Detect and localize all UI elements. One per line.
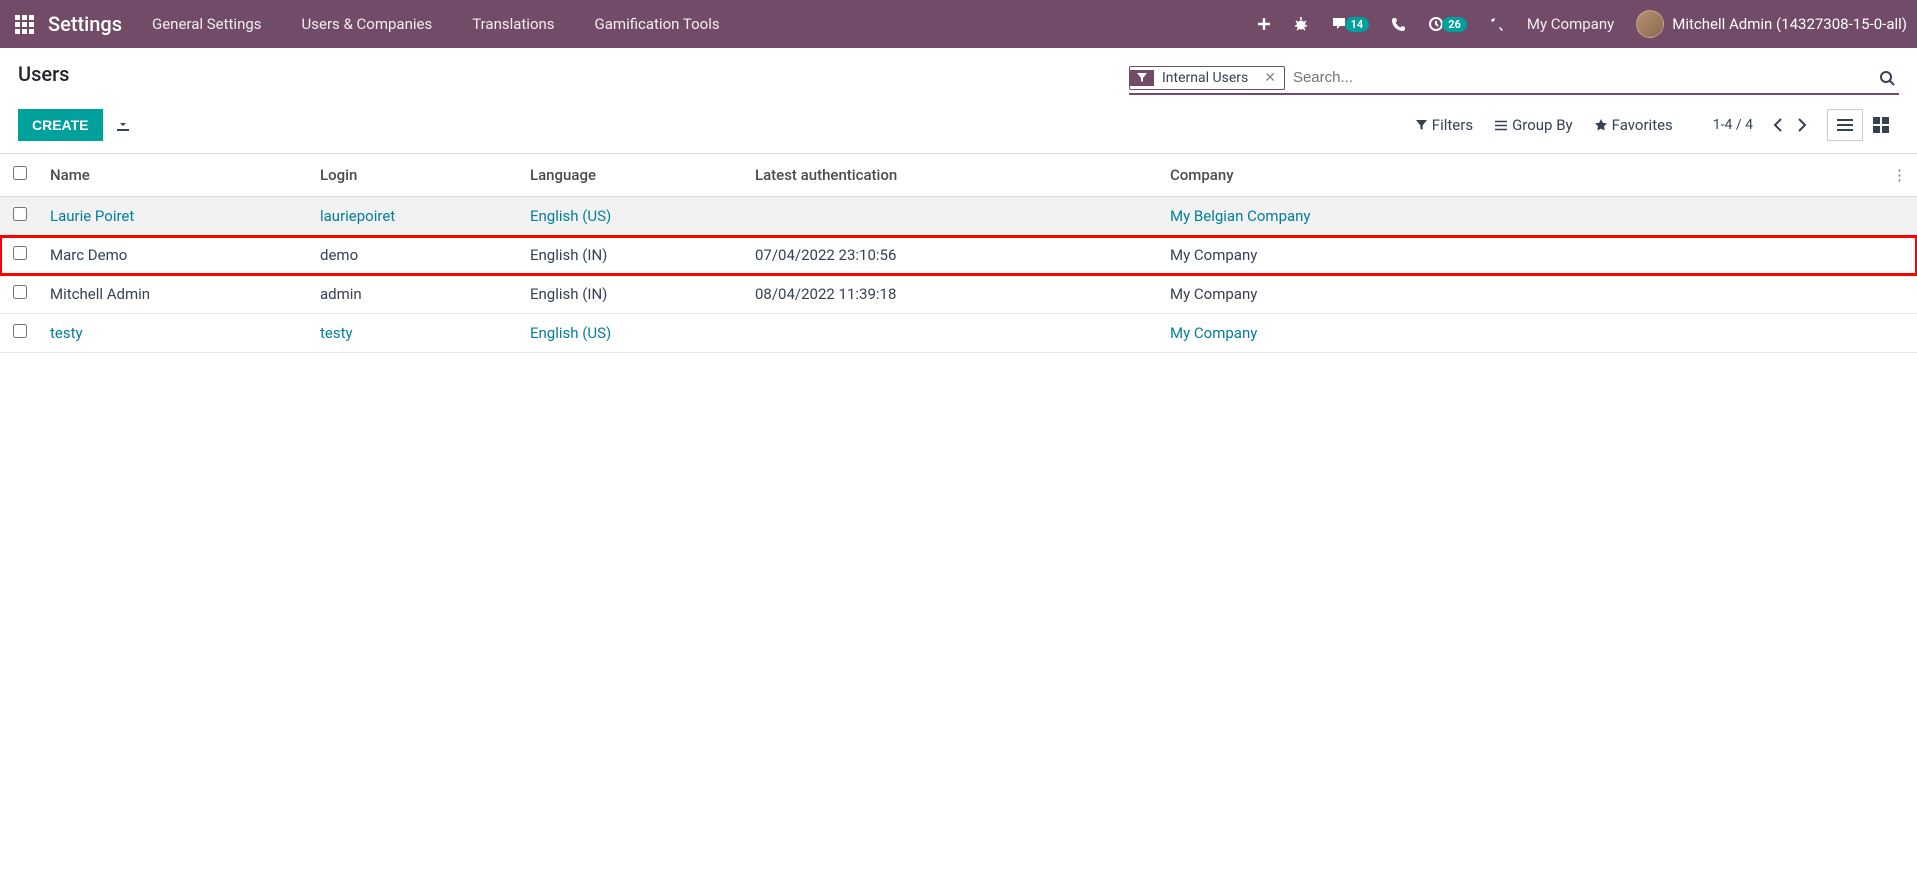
table-row[interactable]: Laurie Poiret lauriepoiret English (US) … [0, 197, 1917, 236]
tools-icon[interactable] [1489, 16, 1505, 32]
user-menu[interactable]: Mitchell Admin (14327308-15-0-all) [1636, 10, 1907, 38]
cell-latest-auth: 08/04/2022 11:39:18 [745, 275, 1160, 314]
new-icon[interactable] [1257, 17, 1271, 31]
cell-language: English (IN) [520, 275, 745, 314]
apps-icon[interactable] [10, 10, 38, 38]
cell-name: Laurie Poiret [40, 197, 310, 236]
search-options: Filters Group By Favorites [1416, 116, 1673, 134]
table-row[interactable]: testy testy English (US) My Company [0, 314, 1917, 353]
cell-latest-auth: 07/04/2022 23:10:56 [745, 236, 1160, 275]
header-language[interactable]: Language [520, 154, 745, 197]
search-facet: Internal Users ✕ [1129, 66, 1285, 90]
row-checkbox[interactable] [13, 207, 27, 221]
facet-remove-icon[interactable]: ✕ [1256, 67, 1284, 89]
pager-prev-icon[interactable] [1773, 118, 1783, 132]
cell-company: My Company [1160, 314, 1882, 353]
row-checkbox[interactable] [13, 324, 27, 338]
app-title[interactable]: Settings [48, 12, 122, 36]
groupby-button[interactable]: Group By [1495, 116, 1573, 134]
users-table: Name Login Language Latest authenticatio… [0, 154, 1917, 353]
select-all-checkbox[interactable] [13, 166, 27, 180]
import-icon[interactable] [115, 117, 131, 133]
facet-label: Internal Users [1154, 67, 1256, 89]
cell-company: My Company [1160, 275, 1882, 314]
column-options-icon[interactable]: ⋮ [1892, 166, 1907, 184]
avatar [1636, 10, 1664, 38]
navbar-menu: General Settings Users & Companies Trans… [152, 15, 720, 33]
menu-translations[interactable]: Translations [472, 15, 554, 33]
favorites-button[interactable]: Favorites [1595, 116, 1673, 134]
pager-next-icon[interactable] [1797, 118, 1807, 132]
navbar-left: Settings General Settings Users & Compan… [10, 10, 720, 38]
create-button[interactable]: CREATE [18, 109, 103, 141]
cell-name: Mitchell Admin [40, 275, 310, 314]
list-view-button[interactable] [1827, 109, 1863, 141]
cell-language: English (IN) [520, 236, 745, 275]
cell-login: testy [310, 314, 520, 353]
page-title: Users [18, 62, 69, 86]
cell-company: My Company [1160, 236, 1882, 275]
filters-label: Filters [1432, 116, 1473, 134]
control-panel: Users Internal Users ✕ CREATE [0, 48, 1917, 154]
cell-company: My Belgian Company [1160, 197, 1882, 236]
activities-icon[interactable]: 26 [1428, 16, 1467, 32]
view-switcher [1827, 109, 1899, 141]
table-row[interactable]: Marc Demo demo English (IN) 07/04/2022 2… [0, 236, 1917, 275]
pager-section: 1-4 / 4 [1713, 109, 1899, 141]
cell-latest-auth [745, 314, 1160, 353]
header-login[interactable]: Login [310, 154, 520, 197]
filters-button[interactable]: Filters [1416, 116, 1473, 134]
header-latest-auth[interactable]: Latest authentication [745, 154, 1160, 197]
bug-icon[interactable] [1293, 16, 1309, 32]
search-input[interactable] [1285, 65, 1875, 90]
kanban-view-button[interactable] [1863, 109, 1899, 141]
cell-latest-auth [745, 197, 1160, 236]
header-company[interactable]: Company [1160, 154, 1882, 197]
cell-language: English (US) [520, 314, 745, 353]
cell-login: admin [310, 275, 520, 314]
cell-name: Marc Demo [40, 236, 310, 275]
menu-users-companies[interactable]: Users & Companies [302, 15, 433, 33]
user-name: Mitchell Admin (14327308-15-0-all) [1672, 15, 1907, 33]
activities-badge: 26 [1442, 17, 1467, 32]
messaging-badge: 14 [1345, 17, 1370, 32]
cell-login: demo [310, 236, 520, 275]
row-checkbox[interactable] [13, 285, 27, 299]
favorites-label: Favorites [1612, 116, 1673, 134]
company-selector[interactable]: My Company [1527, 15, 1614, 33]
navbar: Settings General Settings Users & Compan… [0, 0, 1917, 48]
phone-icon[interactable] [1391, 17, 1406, 32]
menu-gamification-tools[interactable]: Gamification Tools [595, 15, 720, 33]
menu-general-settings[interactable]: General Settings [152, 15, 262, 33]
table-row[interactable]: Mitchell Admin admin English (IN) 08/04/… [0, 275, 1917, 314]
list-view: Name Login Language Latest authenticatio… [0, 154, 1917, 353]
messaging-icon[interactable]: 14 [1331, 16, 1370, 32]
filter-icon [1130, 70, 1154, 86]
pager-text[interactable]: 1-4 / 4 [1713, 117, 1753, 133]
navbar-right: 14 26 My Company Mitchell Admin (1432730… [1257, 10, 1907, 38]
header-name[interactable]: Name [40, 154, 310, 197]
groupby-label: Group By [1512, 116, 1573, 134]
cell-login: lauriepoiret [310, 197, 520, 236]
cell-language: English (US) [520, 197, 745, 236]
cell-name: testy [40, 314, 310, 353]
search-box: Internal Users ✕ [1129, 62, 1899, 95]
search-icon[interactable] [1875, 70, 1899, 86]
row-checkbox[interactable] [13, 246, 27, 260]
